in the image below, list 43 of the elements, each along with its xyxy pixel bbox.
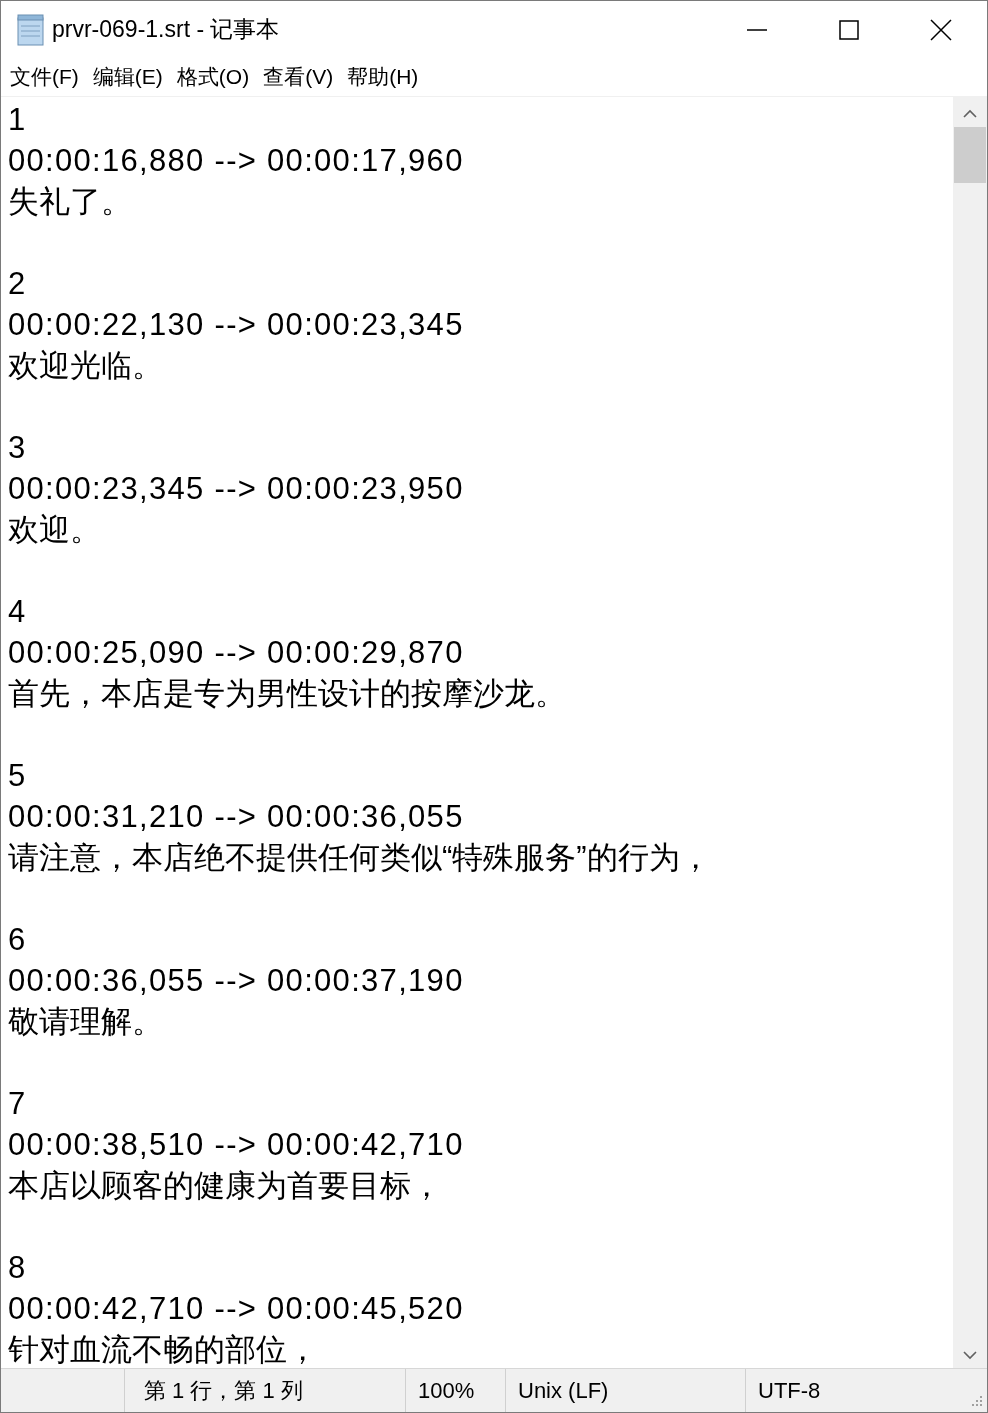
subtitle-index: 8 <box>8 1249 28 1287</box>
close-icon <box>930 18 952 41</box>
subtitle-index: 4 <box>8 593 28 631</box>
subtitle-text: 针对血流不畅的部位， <box>8 1331 319 1368</box>
subtitle-text: 敬请理解。 <box>8 1003 164 1041</box>
notepad-icon <box>16 13 46 46</box>
subtitle-timing: 00:00:22,130 --> 00:00:23,345 <box>8 306 465 344</box>
maximize-icon <box>838 18 860 41</box>
subtitle-timing: 00:00:38,510 --> 00:00:42,710 <box>8 1126 465 1164</box>
menu-item[interactable]: 编辑(E) <box>87 63 168 91</box>
subtitle-text: 本店以顾客的健康为首要目标， <box>8 1167 443 1205</box>
subtitle-timing: 00:00:16,880 --> 00:00:17,960 <box>8 142 465 180</box>
subtitle-text: 请注意，本店绝不提供任何类似“特殊服务”的行为， <box>8 839 712 877</box>
subtitle-index: 5 <box>8 757 28 795</box>
menu-item[interactable]: 帮助(H) <box>342 63 424 91</box>
subtitle-index: 1 <box>8 101 28 139</box>
subtitle-timing: 00:00:23,345 --> 00:00:23,950 <box>8 470 465 508</box>
scroll-thumb[interactable] <box>954 127 986 183</box>
scrollbar[interactable] <box>953 97 987 1368</box>
minimize-icon <box>746 28 768 31</box>
resize-grip-icon[interactable] <box>969 1394 983 1408</box>
encoding: UTF-8 <box>758 1377 821 1404</box>
menu-item[interactable]: 格式(O) <box>171 63 255 91</box>
menu-item[interactable]: 查看(V) <box>258 63 339 91</box>
zoom-level: 100% <box>418 1377 475 1404</box>
subtitle-timing: 00:00:31,210 --> 00:00:36,055 <box>8 798 465 836</box>
subtitle-index: 3 <box>8 429 28 467</box>
subtitle-timing: 00:00:42,710 --> 00:00:45,520 <box>8 1290 465 1328</box>
subtitle-index: 6 <box>8 921 28 959</box>
subtitle-text: 欢迎光临。 <box>8 347 164 385</box>
line-ending: Unix (LF) <box>518 1377 609 1404</box>
subtitle-text: 欢迎。 <box>8 511 102 549</box>
subtitle-text: 失礼了。 <box>8 183 133 221</box>
window-title: prvr-069-1.srt - 记事本 <box>52 15 280 44</box>
scroll-up-icon[interactable] <box>963 109 977 119</box>
menu-item[interactable]: 文件(F) <box>5 63 84 91</box>
cursor-position: 第 1 行，第 1 列 <box>144 1376 303 1405</box>
subtitle-index: 7 <box>8 1085 28 1123</box>
subtitle-index: 2 <box>8 265 28 303</box>
subtitle-text: 首先，本店是专为男性设计的按摩沙龙。 <box>8 675 567 713</box>
subtitle-timing: 00:00:36,055 --> 00:00:37,190 <box>8 962 465 1000</box>
scroll-down-icon[interactable] <box>963 1350 977 1360</box>
subtitle-timing: 00:00:25,090 --> 00:00:29,870 <box>8 634 465 672</box>
